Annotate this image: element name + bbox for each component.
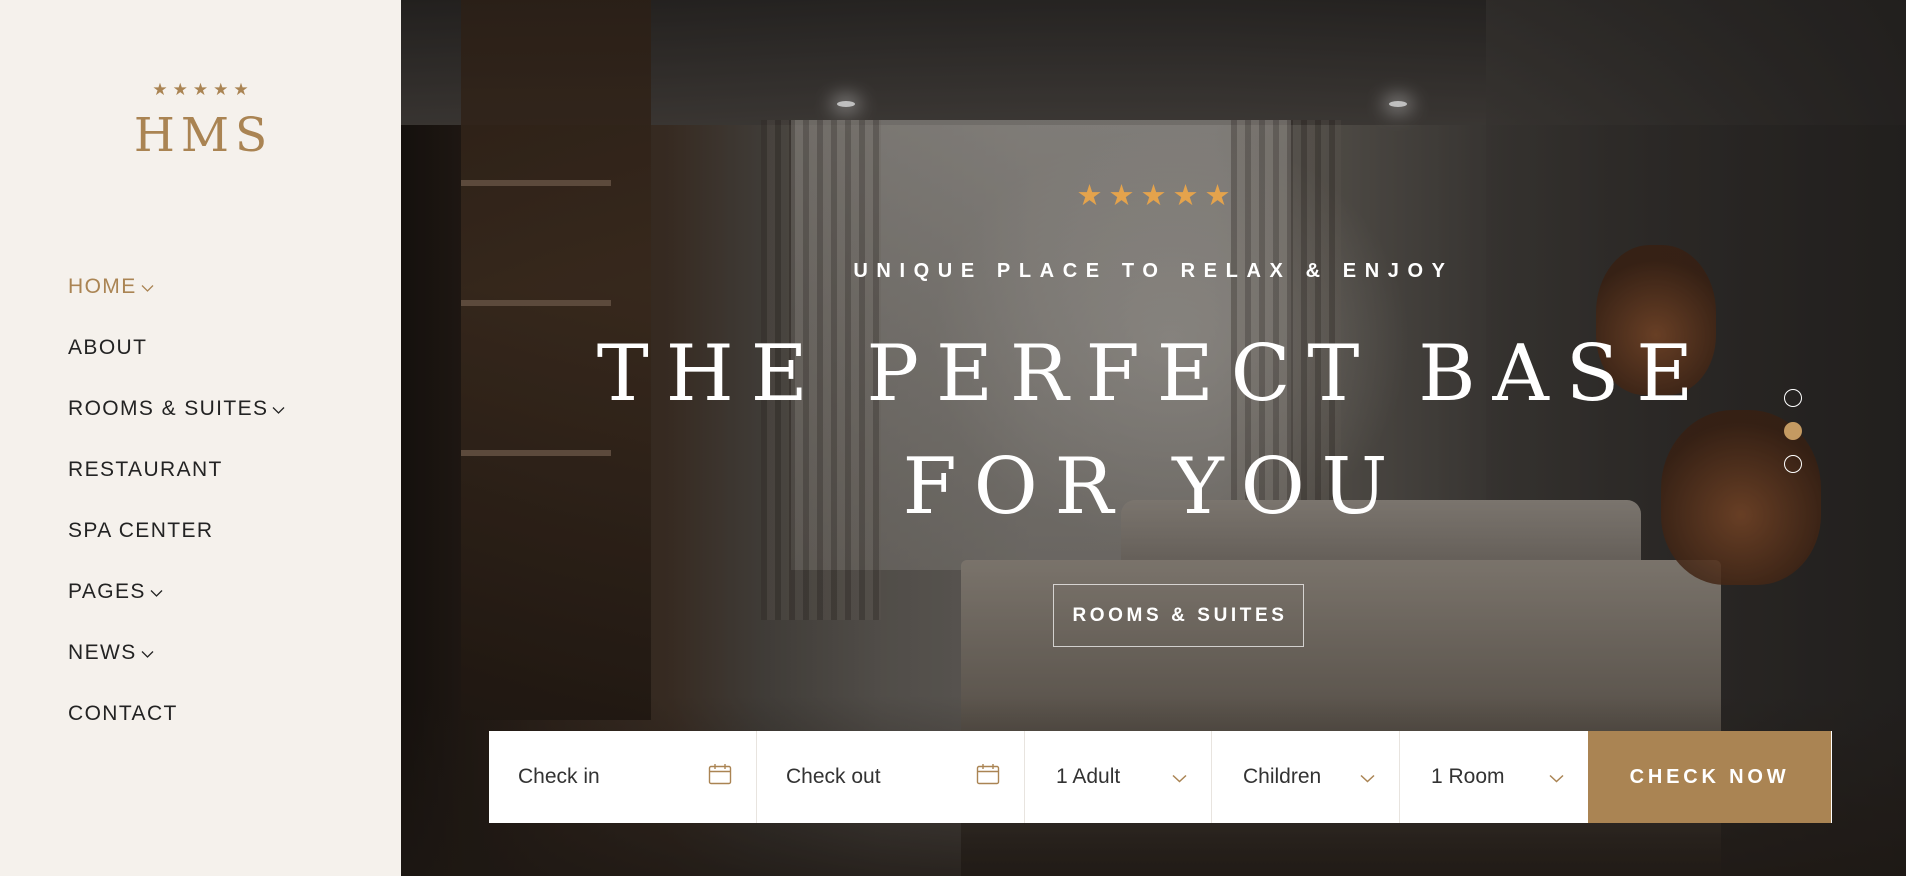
brand[interactable]: ★★★★★ HMS xyxy=(0,80,401,164)
nav-item-spa-center[interactable]: SPA CENTER xyxy=(68,500,285,561)
calendar-icon xyxy=(708,763,732,791)
chevron-down-icon xyxy=(272,406,285,415)
hero-title-line: THE PERFECT BASE xyxy=(596,329,1711,419)
slider-dot-active[interactable] xyxy=(1784,422,1802,440)
brand-stars: ★★★★★ xyxy=(152,80,254,99)
nav-item-label: RESTAURANT xyxy=(68,457,223,481)
children-value: Children xyxy=(1243,765,1322,788)
nav-item-rooms-suites[interactable]: ROOMS & SUITES xyxy=(68,378,285,439)
check-now-button[interactable]: CHECK NOW xyxy=(1588,731,1831,823)
rooms-value: 1 Room xyxy=(1431,765,1505,788)
nav-item-label: CONTACT xyxy=(68,701,178,725)
brand-logo[interactable]: HMS xyxy=(0,108,401,164)
nav-item-label: HOME xyxy=(68,274,137,298)
hero-title-line: FOR YOU xyxy=(902,442,1405,532)
slider-pagination xyxy=(1784,389,1802,488)
nav-item-label: SPA CENTER xyxy=(68,518,214,542)
hero-title: THE PERFECT BASE FOR YOU xyxy=(401,318,1906,544)
check-out-field[interactable]: Check out xyxy=(757,731,1025,823)
adults-select[interactable]: 1 Adult xyxy=(1025,731,1212,823)
chevron-down-icon xyxy=(141,284,154,293)
chevron-down-icon xyxy=(1549,765,1564,789)
nav-item-label: PAGES xyxy=(68,579,146,603)
nav-item-home[interactable]: HOME xyxy=(68,256,285,317)
nav-item-label: ROOMS & SUITES xyxy=(68,396,269,420)
rooms-select[interactable]: 1 Room xyxy=(1400,731,1588,823)
check-out-placeholder: Check out xyxy=(786,765,881,788)
nav-item-contact[interactable]: CONTACT xyxy=(68,683,285,744)
rooms-suites-button[interactable]: ROOMS & SUITES xyxy=(1053,584,1304,647)
nav-item-pages[interactable]: PAGES xyxy=(68,561,285,622)
check-in-placeholder: Check in xyxy=(518,765,600,788)
slider-dot[interactable] xyxy=(1784,455,1802,473)
sidebar: ★★★★★ HMS HOME ABOUT ROOMS & SUITES REST… xyxy=(0,0,401,876)
hero-stars: ★★★★★ xyxy=(1076,180,1237,212)
nav-item-label: NEWS xyxy=(68,640,137,664)
main-nav: HOME ABOUT ROOMS & SUITES RESTAURANT SPA… xyxy=(68,256,285,744)
nav-item-news[interactable]: NEWS xyxy=(68,622,285,683)
chevron-down-icon xyxy=(150,589,163,598)
hero-subtitle: UNIQUE PLACE TO RELAX & ENJOY xyxy=(853,260,1454,282)
chevron-down-icon xyxy=(141,650,154,659)
children-select[interactable]: Children xyxy=(1212,731,1400,823)
nav-item-restaurant[interactable]: RESTAURANT xyxy=(68,439,285,500)
nav-item-about[interactable]: ABOUT xyxy=(68,317,285,378)
chevron-down-icon xyxy=(1360,765,1375,789)
slider-dot[interactable] xyxy=(1784,389,1802,407)
booking-form: Check in Check out 1 Adult Children 1 Ro… xyxy=(489,731,1832,823)
adults-value: 1 Adult xyxy=(1056,765,1121,788)
chevron-down-icon xyxy=(1172,765,1187,789)
calendar-icon xyxy=(976,763,1000,791)
nav-item-label: ABOUT xyxy=(68,335,148,359)
check-in-field[interactable]: Check in xyxy=(489,731,757,823)
